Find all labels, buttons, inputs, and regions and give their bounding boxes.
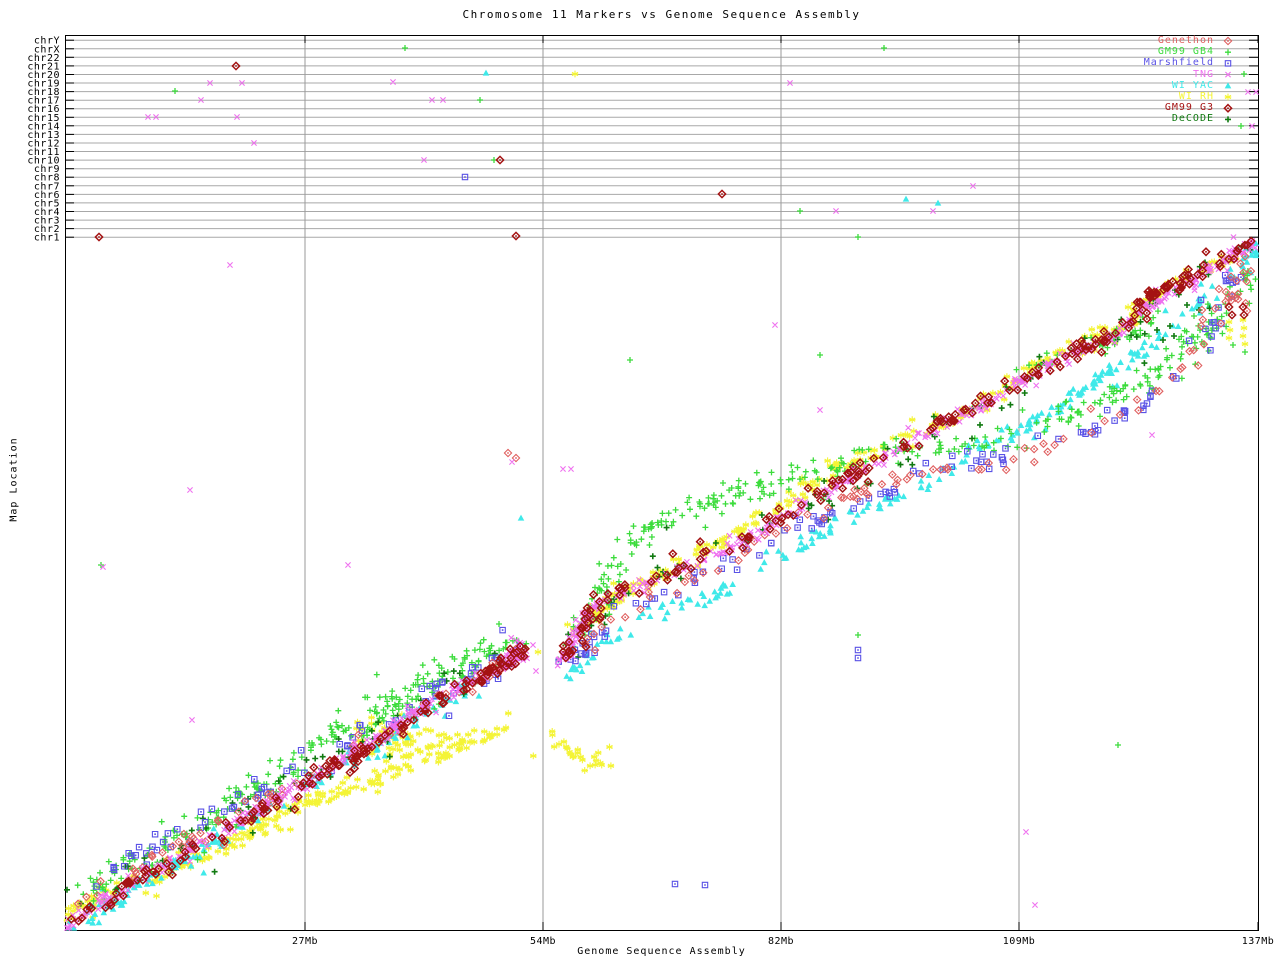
- legend-item-marshfield: Marshfield: [1064, 57, 1214, 69]
- series-gm99-gb4: [74, 45, 1259, 904]
- chart-canvas: chrY chrX chr22 chr21 chr20 chr19 chr18 chr17 ch…: [0, 0, 1280, 960]
- legend-label: TNG: [1192, 68, 1214, 80]
- chrom-label: chr1: [34, 233, 60, 244]
- legend-marker-gm99-gb4: [1225, 49, 1231, 56]
- legend-item-decode: DeCODE: [1064, 113, 1214, 125]
- plot-area: chrYchrXchr22chr21chr20chr19chr18chr17ch…: [27, 35, 1274, 947]
- legend-item-genethon: Genethon: [1064, 35, 1214, 47]
- series-gm99-g3-fill: [70, 65, 1252, 922]
- legend-label: WI RH: [1178, 91, 1214, 102]
- y-axis-title: Map Location: [8, 437, 20, 522]
- legend-item-gm99-gb4: GM99 GB4: [1064, 46, 1214, 58]
- legend-marker-genethon: [1227, 40, 1229, 42]
- legend-label: Genethon: [1157, 35, 1214, 46]
- legend-label: Marshfield: [1143, 57, 1214, 69]
- series-gm99-g3: [66, 61, 1256, 926]
- legend-item-gm99-g3: GM99 G3: [1064, 102, 1214, 114]
- legend-item-wi-rh: WI RH: [1064, 91, 1214, 103]
- legend-label: GM99 G3: [1164, 102, 1214, 114]
- legend-label: WI YAC: [1171, 79, 1214, 91]
- chart-title: Chromosome 11 Markers vs Genome Sequence…: [462, 8, 861, 21]
- legend-marker-wi-rh: [1224, 93, 1232, 101]
- x-axis-title: Genome Sequence Assembly: [577, 946, 746, 957]
- legend-item-tng: TNG: [1064, 69, 1214, 81]
- legend-item-wi-yac: WI YAC: [1064, 80, 1214, 92]
- legend-marker-marshfield: [1227, 62, 1229, 65]
- plot-border: [65, 35, 1259, 931]
- series-marshfield-fill: [95, 176, 1242, 888]
- legend-label: GM99 GB4: [1157, 46, 1214, 58]
- legend-label: DeCODE: [1171, 113, 1214, 125]
- legend-marker-gm99-g3: [1227, 107, 1229, 109]
